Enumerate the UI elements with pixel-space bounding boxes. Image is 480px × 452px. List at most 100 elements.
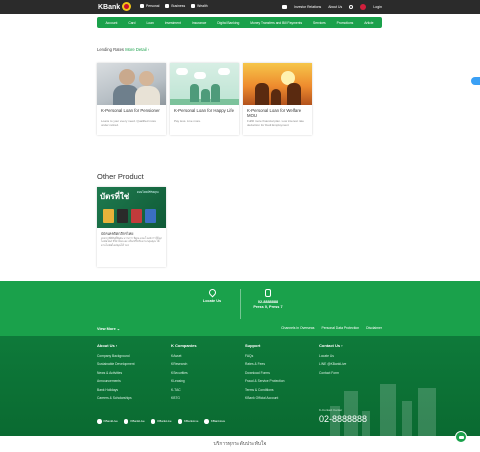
kbank-logo[interactable]: KBank bbox=[98, 2, 132, 11]
line-icon bbox=[204, 419, 209, 424]
social-instagram[interactable]: KBankLive bbox=[177, 419, 199, 424]
nav-account[interactable]: Account bbox=[105, 21, 117, 25]
footer-link[interactable]: KBank Official Account bbox=[245, 394, 284, 402]
login-button[interactable]: Login bbox=[373, 5, 382, 9]
utility-menu: Investor Relations About Us Login bbox=[282, 4, 382, 10]
social-facebook[interactable]: KBankLive bbox=[97, 419, 118, 424]
image-shape bbox=[135, 86, 160, 105]
nav-services[interactable]: Services bbox=[313, 21, 326, 25]
footer-link[interactable]: Terms & Conditions bbox=[245, 386, 284, 394]
person-icon bbox=[140, 4, 144, 8]
footer-link[interactable]: KSecurities bbox=[171, 369, 197, 377]
social-label: KBankLive bbox=[130, 419, 145, 424]
footer-support-column: Support FAQs Rates & Fees Download Forms… bbox=[245, 343, 284, 402]
nav-insurance[interactable]: Insurance bbox=[192, 21, 206, 25]
card-promo-sub: ตอบโจทย์ชีวิตคุณ bbox=[137, 190, 159, 194]
view-more-link[interactable]: View More ⌄ bbox=[97, 326, 120, 331]
footer-link[interactable]: Rates & Fees bbox=[245, 360, 284, 368]
footer bbox=[0, 336, 480, 436]
footer-heading[interactable]: Contact Us › bbox=[319, 343, 346, 348]
logo-emblem-icon bbox=[122, 2, 132, 11]
footer-heading-label: About Us bbox=[97, 343, 115, 348]
locate-us-block[interactable]: Locate Us bbox=[195, 287, 229, 304]
nav-article[interactable]: Article bbox=[364, 21, 373, 25]
social-label: KBankLive bbox=[184, 419, 199, 424]
footer-heading[interactable]: About Us › bbox=[97, 343, 135, 348]
search-icon[interactable] bbox=[349, 5, 354, 9]
facebook-icon bbox=[97, 419, 102, 424]
diamond-icon bbox=[191, 4, 196, 8]
phone-instructions: Press 0, Press 7 bbox=[253, 304, 283, 309]
product-card-pensioner[interactable]: K-Personal Loan for Pensioner Loans to y… bbox=[97, 63, 166, 135]
product-card-credit-card[interactable]: บัตรที่ใช่ ตอบโจทย์ชีวิตคุณ บัตรเครดิตกส… bbox=[97, 187, 166, 267]
image-shape bbox=[145, 209, 156, 223]
segment-menu: Personal Business Wealth bbox=[140, 4, 208, 8]
nav-loan[interactable]: Loan bbox=[146, 21, 153, 25]
footer-link[interactable]: K-TAC bbox=[171, 386, 197, 394]
footer-link[interactable]: Announcements bbox=[97, 377, 135, 385]
card-promo-text: บัตรที่ใช่ bbox=[100, 192, 130, 201]
image-shape bbox=[402, 401, 412, 436]
product-card-welfare-mou[interactable]: K-Personal Loan for Welfare MOU Fulfill … bbox=[243, 63, 312, 135]
image-shape bbox=[218, 68, 230, 75]
chevron-right-icon: › bbox=[147, 47, 150, 52]
footer-heading: Support bbox=[245, 343, 261, 348]
footer-link[interactable]: KLeasing bbox=[171, 377, 197, 385]
segment-wealth[interactable]: Wealth bbox=[191, 4, 208, 8]
footer-link[interactable]: Careers & Scholarships bbox=[97, 394, 135, 402]
disclaimer-link[interactable]: Disclaimer bbox=[366, 326, 382, 330]
footer-link[interactable]: FAQs bbox=[245, 352, 284, 360]
product-image bbox=[170, 63, 239, 105]
product-description: Loans to your every need. Qualified more… bbox=[101, 119, 157, 127]
footer-link[interactable]: Contact Form bbox=[319, 369, 346, 377]
nav-money-transfers[interactable]: Money Transfers and Bill Payments bbox=[250, 21, 302, 25]
investor-relations-link[interactable]: Investor Relations bbox=[294, 5, 321, 9]
social-line[interactable]: KBankLive bbox=[204, 419, 225, 424]
footer-link[interactable]: Sustainable Development bbox=[97, 360, 135, 368]
footer-contact-column: Contact Us › Locate Us LINE @KBankLive C… bbox=[319, 343, 346, 377]
social-youtube[interactable]: KBankLive bbox=[150, 419, 172, 424]
tagline: บริการทุกระดับประทับใจ bbox=[0, 436, 480, 452]
channels-overseas-link[interactable]: Channels in Overseas bbox=[281, 326, 314, 330]
location-pin-icon bbox=[207, 287, 217, 298]
chat-icon[interactable] bbox=[455, 431, 467, 443]
language-flag-icon[interactable] bbox=[360, 4, 367, 10]
youtube-icon bbox=[150, 419, 156, 424]
footer-link[interactable]: Fraud & Service Protection bbox=[245, 377, 284, 385]
footer-link[interactable]: KResearch bbox=[171, 360, 197, 368]
segment-business[interactable]: Business bbox=[165, 4, 185, 8]
product-title: K-Personal Loan for Welfare MOU bbox=[247, 108, 302, 118]
legal-links: Channels in Overseas Personal Data Prote… bbox=[281, 326, 382, 330]
about-us-link[interactable]: About Us bbox=[328, 5, 342, 9]
floating-tab-button[interactable] bbox=[471, 77, 480, 85]
briefcase-icon bbox=[165, 4, 170, 8]
top-bar: KBank Personal Business Wealth Investor … bbox=[0, 0, 480, 14]
footer-link[interactable]: Download Forms bbox=[245, 369, 284, 377]
nav-promotions[interactable]: Promotions bbox=[337, 21, 354, 25]
footer-link[interactable]: Locate Us bbox=[319, 352, 346, 360]
product-card-happy-life[interactable]: K-Personal Loan for Happy Life Pay less.… bbox=[170, 63, 239, 135]
nav-digital-banking[interactable]: Digital Banking bbox=[217, 21, 239, 25]
segment-personal[interactable]: Personal bbox=[140, 4, 159, 8]
call-center-block[interactable]: 02-8888888 Press 0, Press 7 bbox=[248, 289, 288, 310]
social-x[interactable]: KBankLive bbox=[123, 419, 145, 424]
footer-link[interactable]: KBTG bbox=[171, 394, 197, 402]
more-detail-link[interactable]: More Detail bbox=[125, 47, 146, 52]
segment-label: Business bbox=[171, 4, 186, 8]
k-contact-number[interactable]: 02-8888888 bbox=[319, 414, 367, 424]
image-shape bbox=[287, 83, 301, 105]
investor-icon bbox=[282, 5, 288, 9]
nav-card[interactable]: Card bbox=[128, 21, 135, 25]
footer-link[interactable]: KAsset bbox=[171, 352, 197, 360]
nav-investment[interactable]: Investment bbox=[165, 21, 181, 25]
main-navigation: Account Card Loan Investment Insurance D… bbox=[97, 17, 382, 28]
other-product-heading: Other Product bbox=[97, 172, 144, 181]
footer-link[interactable]: LINE @KBankLive bbox=[319, 360, 346, 368]
city-skyline-decoration bbox=[320, 376, 450, 436]
personal-data-protection-link[interactable]: Personal Data Protection bbox=[321, 326, 359, 330]
view-more-label: View More bbox=[97, 327, 116, 331]
image-shape bbox=[119, 69, 135, 85]
footer-link[interactable]: Company Background bbox=[97, 352, 135, 360]
footer-link[interactable]: Bank Holidays bbox=[97, 386, 135, 394]
footer-link[interactable]: News & Activities bbox=[97, 369, 135, 377]
